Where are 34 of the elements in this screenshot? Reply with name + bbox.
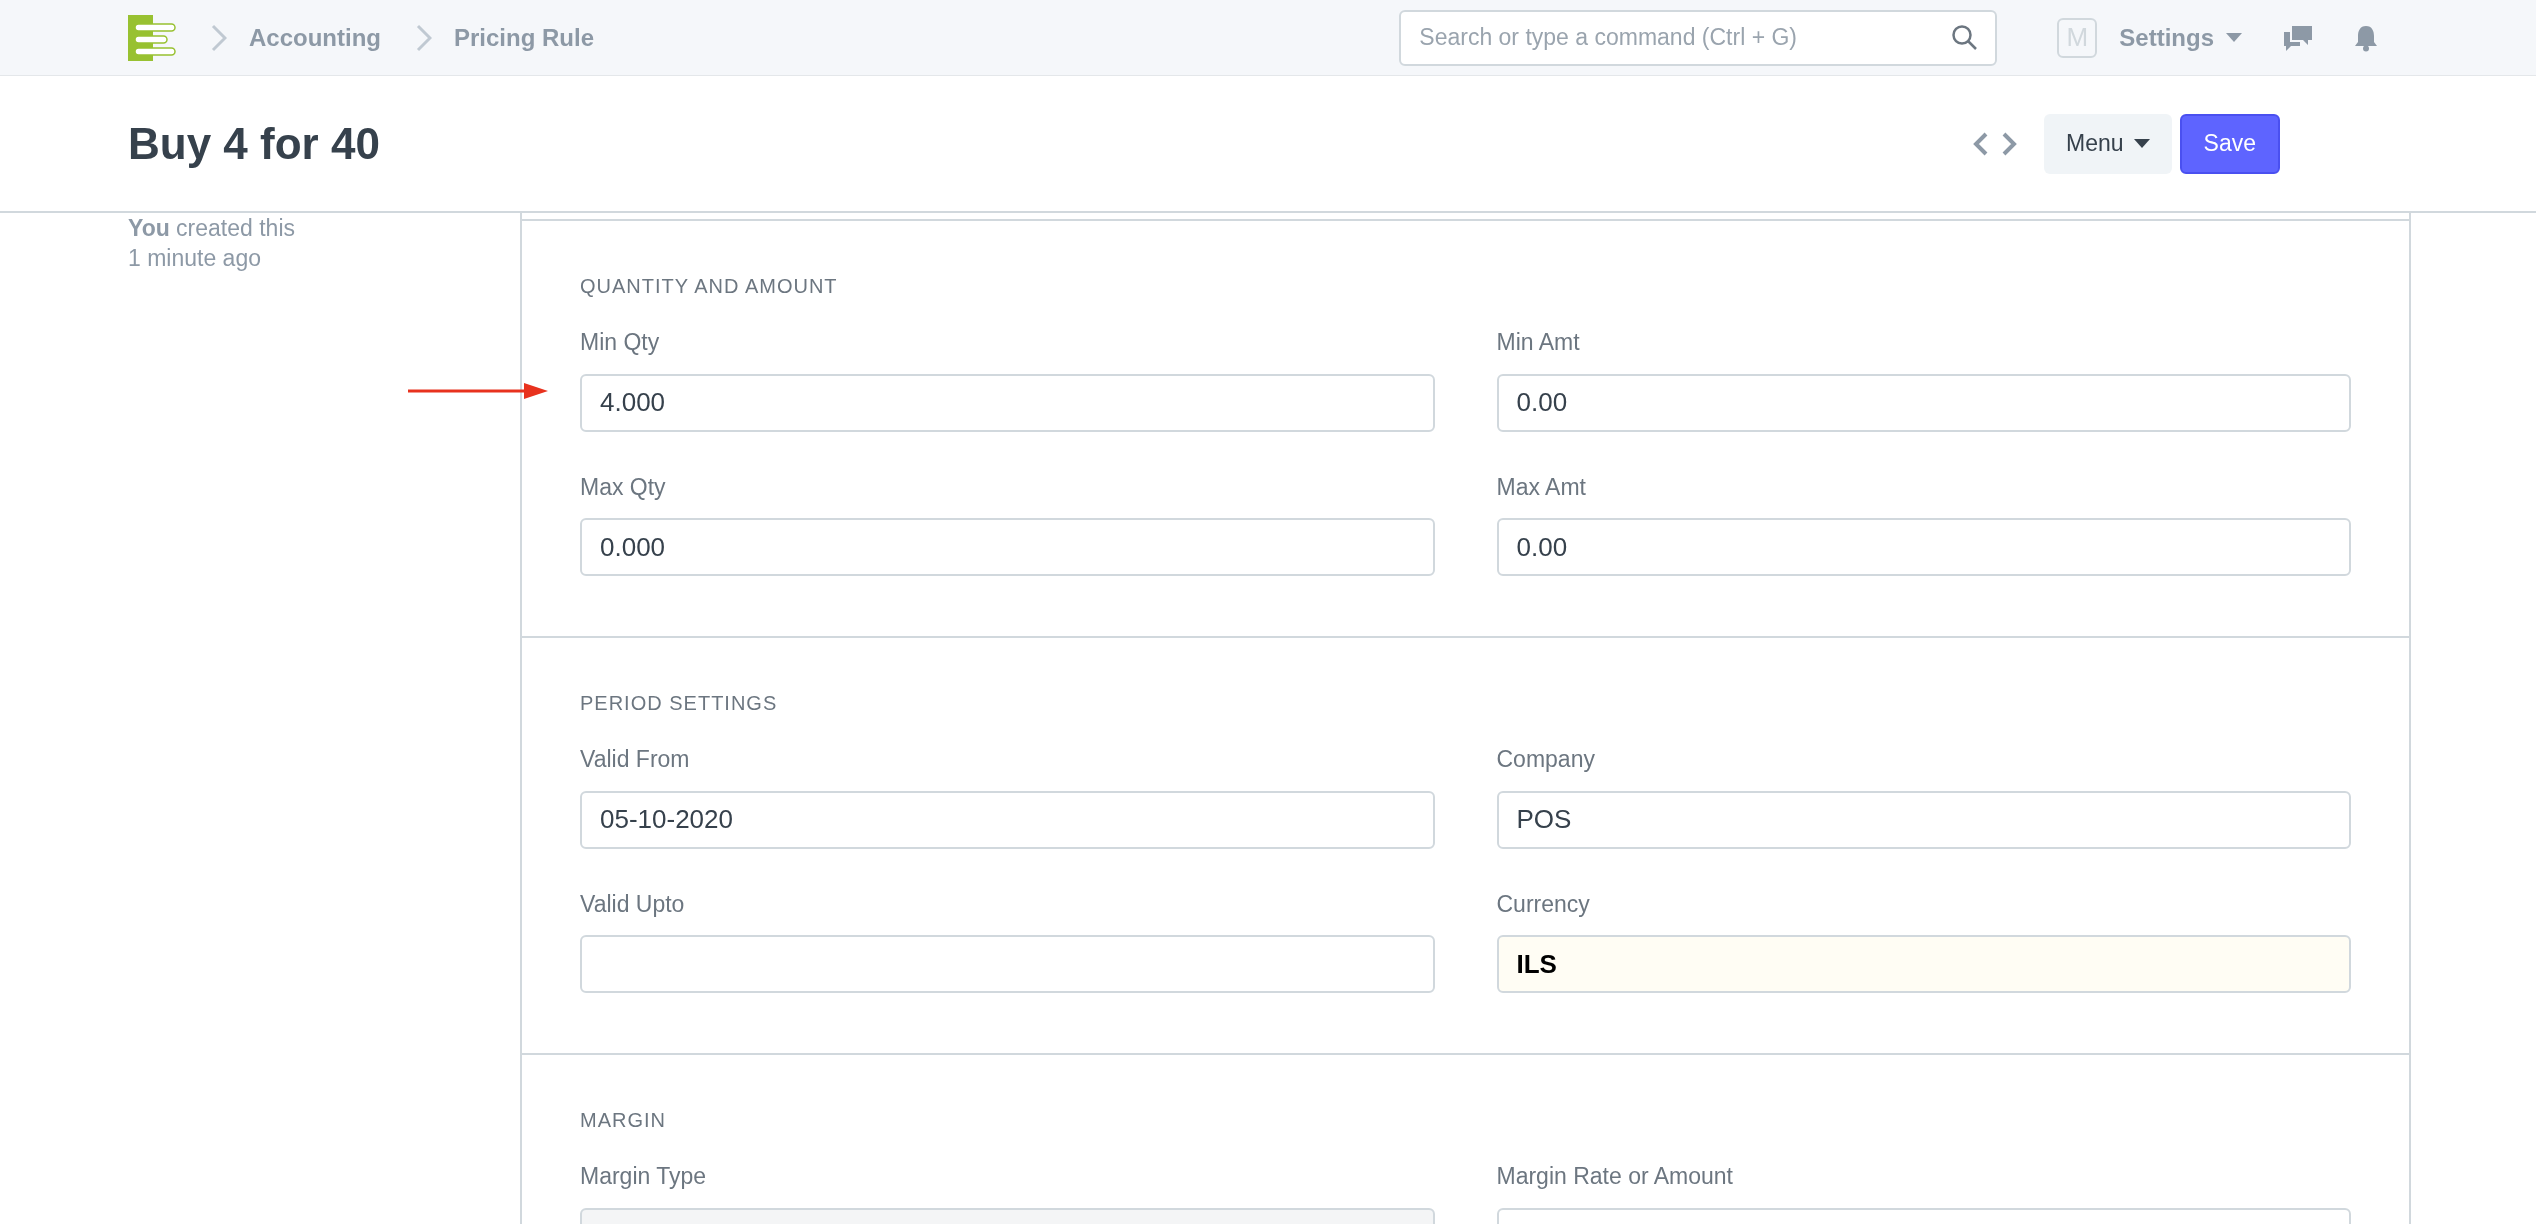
field-label: Max Amt (1496, 472, 1587, 502)
field-label: Valid Upto (580, 889, 686, 919)
input-field[interactable]: 4.000 (580, 373, 1435, 432)
input-field[interactable]: 0.00 (1496, 518, 2351, 576)
field-label: Margin Type (580, 1162, 708, 1191)
search-field[interactable]: Search or type a command (Ctrl + G) (1399, 9, 1998, 66)
section-heading: MARGIN (580, 1108, 667, 1133)
input-field[interactable]: 0.00 (1496, 373, 2351, 432)
field-label: Currency (1496, 889, 1591, 919)
field-label: Min Qty (580, 328, 661, 357)
logo-icon[interactable] (128, 14, 176, 61)
page-title: Buy 4 for 40 (128, 117, 380, 170)
field-label: Valid From (580, 745, 691, 774)
chevron-right-icon (416, 23, 432, 52)
input-field[interactable] (580, 935, 1435, 993)
caret-icon (2226, 33, 2242, 42)
caret-icon (2133, 139, 2150, 148)
field-label: Min Amt (1496, 328, 1581, 357)
save-button[interactable]: Save (2179, 113, 2280, 174)
field-label: Margin Rate or Amount (1496, 1162, 1734, 1191)
input-field[interactable]: 0.000 (580, 518, 1435, 576)
field-label: Max Qty (580, 472, 667, 502)
bell-icon[interactable] (2354, 23, 2378, 52)
input-field[interactable]: POS (1496, 790, 2351, 849)
input-field[interactable]: ILS (1496, 935, 2351, 993)
chat-icon[interactable] (2282, 23, 2314, 52)
menu-button[interactable]: Menu (2044, 113, 2172, 174)
timestamp: 1 minute ago (128, 244, 262, 273)
input-field[interactable]: 05-10-2020 (580, 790, 1435, 849)
chevron-right-icon (211, 23, 227, 52)
section-heading: PERIOD SETTINGS (580, 691, 779, 716)
section-heading: QUANTITY AND AMOUNT (580, 274, 839, 299)
field-label: Company (1496, 745, 1596, 774)
activity-text: You created this (128, 214, 297, 243)
